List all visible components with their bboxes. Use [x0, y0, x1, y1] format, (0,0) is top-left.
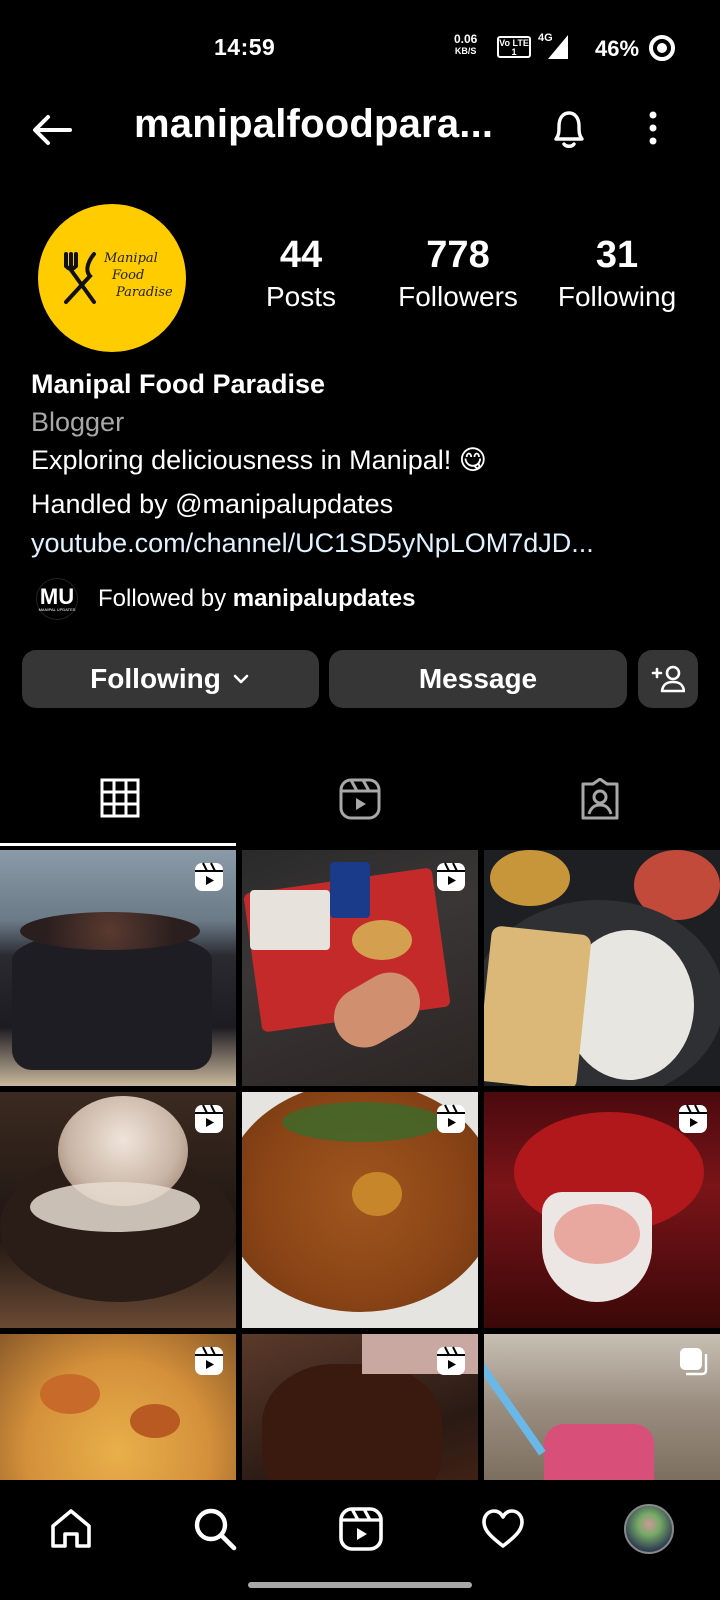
posts-label: Posts	[265, 281, 337, 312]
following-button-label: Following	[90, 663, 221, 694]
volte-icon: Vo LTE 1	[497, 36, 531, 58]
carousel-badge-icon	[680, 1348, 708, 1376]
following-stat[interactable]: 31 Following	[546, 234, 688, 313]
tab-grid[interactable]	[0, 770, 240, 846]
message-button[interactable]: Message	[329, 650, 627, 708]
search-icon[interactable]	[192, 1506, 238, 1552]
arrow-left-icon[interactable]	[30, 112, 74, 148]
bell-icon[interactable]	[550, 108, 588, 150]
profile-username: manipalfoodpara...	[134, 102, 494, 146]
profile-avatar[interactable]	[624, 1504, 674, 1554]
add-person-button[interactable]	[638, 650, 698, 708]
post-thumbnail[interactable]	[242, 850, 478, 1086]
post-thumbnail[interactable]	[484, 850, 720, 1086]
reels-icon[interactable]	[338, 1506, 384, 1552]
followed-by[interactable]: MU MANIPAL UPDATES Followed by manipalup…	[36, 576, 415, 622]
post-thumbnail[interactable]	[242, 1092, 478, 1328]
avatar-logo-text: Manipal Food Paradise	[104, 251, 173, 300]
reel-badge-icon	[195, 862, 223, 891]
home-icon[interactable]	[48, 1506, 94, 1552]
reel-badge-icon	[437, 1346, 465, 1375]
heart-icon[interactable]	[480, 1506, 526, 1552]
bio-handled-by[interactable]: Handled by @manipalupdates	[31, 484, 701, 524]
mutual-avatar: MU MANIPAL UPDATES	[36, 578, 78, 620]
reel-badge-icon	[195, 1346, 223, 1375]
fork-knife-icon	[64, 252, 96, 304]
tab-tagged[interactable]	[480, 770, 720, 846]
network-speed: 0.06 KB/S	[454, 32, 478, 56]
add-person-icon	[651, 665, 685, 693]
grid-icon	[100, 778, 140, 818]
reel-badge-icon	[679, 1104, 707, 1133]
tagged-icon	[581, 778, 619, 820]
post-thumbnail[interactable]	[484, 1092, 720, 1328]
following-count: 31	[595, 234, 639, 276]
posts-stat[interactable]: 44 Posts	[253, 234, 349, 313]
following-button[interactable]: Following	[22, 650, 319, 708]
post-thumbnail[interactable]	[242, 1334, 478, 1480]
following-label: Following	[557, 281, 677, 312]
battery-percent: 46%	[595, 36, 640, 61]
reel-badge-icon	[437, 862, 465, 891]
status-bar: 14:59 0.06 KB/S Vo LTE 1 4G 46%	[0, 0, 720, 96]
post-thumbnail[interactable]	[0, 1092, 236, 1328]
profile-tabs	[0, 770, 720, 846]
post-thumbnail[interactable]	[0, 1334, 236, 1480]
followers-stat[interactable]: 778 Followers	[386, 234, 530, 313]
post-thumbnail[interactable]	[0, 850, 236, 1086]
reel-badge-icon	[195, 1104, 223, 1133]
bio-link[interactable]: youtube.com/channel/UC1SD5yNpLOM7dJD...	[31, 524, 701, 562]
gesture-bar	[248, 1582, 472, 1588]
message-button-label: Message	[418, 663, 538, 694]
followed-by-text: Followed by manipalupdates	[98, 585, 416, 612]
post-thumbnail[interactable]	[484, 1334, 720, 1480]
posts-count: 44	[279, 234, 323, 276]
profile-header: manipalfoodpara...	[0, 96, 720, 166]
posts-grid	[0, 850, 720, 1480]
clock: 14:59	[214, 34, 276, 60]
reel-badge-icon	[437, 1104, 465, 1133]
profile-bio: Manipal Food Paradise Blogger Exploring …	[31, 364, 701, 562]
battery-icon	[649, 35, 675, 61]
followers-label: Followers	[398, 281, 518, 312]
profile-avatar[interactable]: Manipal Food Paradise	[38, 204, 186, 352]
bio-text: Exploring deliciousness in Manipal! 😋	[31, 445, 487, 475]
tab-reels[interactable]	[240, 770, 480, 846]
followers-count: 778	[426, 234, 490, 276]
reels-icon	[339, 778, 381, 820]
profile-name: Manipal Food Paradise	[31, 369, 326, 399]
signal-icon	[548, 35, 568, 59]
profile-category: Blogger	[31, 407, 125, 437]
chevron-down-icon	[233, 674, 249, 684]
more-vertical-icon[interactable]	[648, 110, 658, 146]
